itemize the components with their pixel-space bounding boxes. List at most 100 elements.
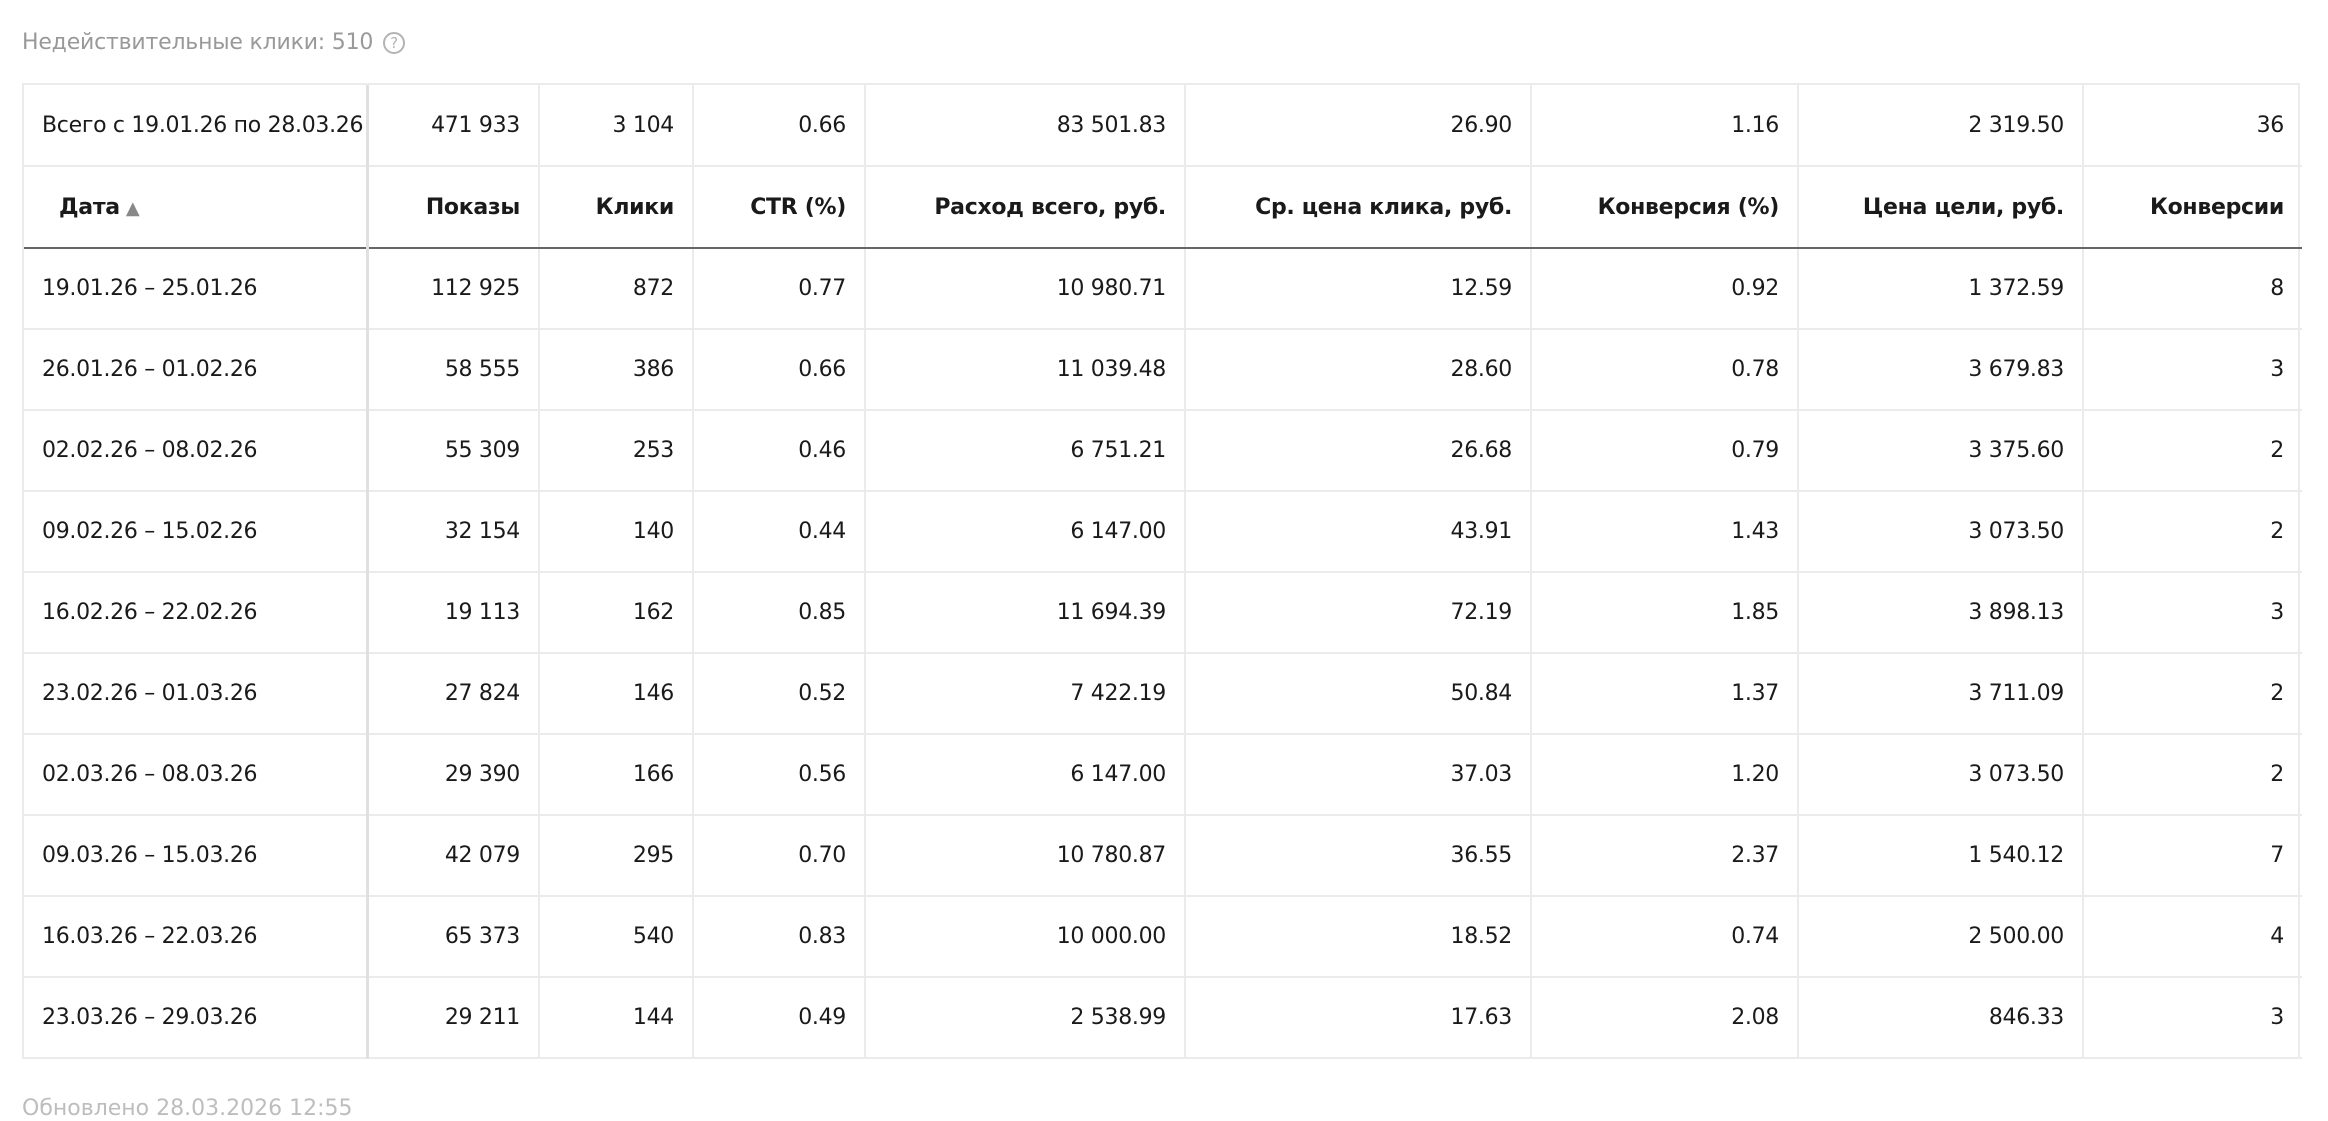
impressions-cell: 65 373 (367, 896, 540, 978)
spend-cell: 10 980.71 (865, 248, 1186, 330)
date-cell: 09.02.26 – 15.02.26 (24, 491, 369, 573)
date-cell: 23.02.26 – 01.03.26 (24, 653, 369, 735)
ctr-cell: 0.83 (693, 896, 866, 978)
updated-note: Обновлено 28.03.2026 12:55 (22, 1096, 353, 1121)
date-cell: 02.02.26 – 08.02.26 (24, 410, 369, 492)
column-header-conversions[interactable]: Конверсии (2083, 166, 2302, 249)
spend-cell: 11 694.39 (865, 572, 1186, 654)
total-impressions-cell: 471 933 (367, 85, 540, 167)
spend-cell: 11 039.48 (865, 329, 1186, 411)
clicks-cell: 144 (539, 977, 694, 1059)
conversions-cell: 2 (2083, 734, 2302, 816)
table-row: 16.03.26 – 22.03.26 65 373 540 0.83 10 000.0… (24, 896, 2302, 978)
goal-cost-cell: 1 372.59 (1798, 248, 2084, 330)
impressions-cell: 29 390 (367, 734, 540, 816)
avg-cpc-cell: 72.19 (1185, 572, 1532, 654)
total-goal-cost-cell: 2 319.50 (1798, 85, 2084, 167)
total-date-cell: Всего с 19.01.26 по 28.03.26 (24, 85, 369, 167)
total-spend-cell: 83 501.83 (865, 85, 1186, 167)
conversion-rate-cell: 0.78 (1531, 329, 1799, 411)
table-row: 23.03.26 – 29.03.26 29 211 144 0.49 2 538.99… (24, 977, 2302, 1059)
conversion-rate-cell: 1.20 (1531, 734, 1799, 816)
goal-cost-cell: 3 898.13 (1798, 572, 2084, 654)
spend-cell: 2 538.99 (865, 977, 1186, 1059)
goal-cost-cell: 3 073.50 (1798, 734, 2084, 816)
impressions-cell: 19 113 (367, 572, 540, 654)
invalid-clicks-info: Недействительные клики: 510 ? (22, 30, 406, 55)
column-header-goal-cost[interactable]: Цена цели, руб. (1798, 166, 2084, 249)
column-header-spend[interactable]: Расход всего, руб. (865, 166, 1186, 249)
column-header-avg-cpc[interactable]: Ср. цена клика, руб. (1185, 166, 1532, 249)
conversion-rate-cell: 1.85 (1531, 572, 1799, 654)
date-cell: 19.01.26 – 25.01.26 (24, 248, 369, 330)
column-header-label: CTR (%) (750, 194, 846, 220)
clicks-cell: 295 (539, 815, 694, 897)
clicks-cell: 146 (539, 653, 694, 735)
column-header-conversion-rate[interactable]: Конверсия (%) (1531, 166, 1799, 249)
conversions-cell: 4 (2083, 896, 2302, 978)
column-header-ctr[interactable]: CTR (%) (693, 166, 866, 249)
goal-cost-cell: 3 375.60 (1798, 410, 2084, 492)
table-row: 09.03.26 – 15.03.26 42 079 295 0.70 10 780.8… (24, 815, 2302, 897)
total-row: Всего с 19.01.26 по 28.03.26 471 933 3 104… (24, 85, 2302, 167)
conversions-cell: 2 (2083, 410, 2302, 492)
conversions-cell: 2 (2083, 653, 2302, 735)
avg-cpc-cell: 26.68 (1185, 410, 1532, 492)
ctr-cell: 0.77 (693, 248, 866, 330)
conversion-rate-cell: 0.74 (1531, 896, 1799, 978)
avg-cpc-cell: 37.03 (1185, 734, 1532, 816)
sort-ascending-icon[interactable]: ▲ (126, 198, 140, 219)
clicks-cell: 872 (539, 248, 694, 330)
total-conversions-cell: 36 (2083, 85, 2302, 167)
spend-cell: 7 422.19 (865, 653, 1186, 735)
spend-cell: 6 147.00 (865, 491, 1186, 573)
avg-cpc-cell: 36.55 (1185, 815, 1532, 897)
statistics-table: Всего с 19.01.26 по 28.03.26 471 933 3 104… (24, 85, 2302, 1059)
help-icon[interactable]: ? (383, 31, 406, 54)
ctr-cell: 0.70 (693, 815, 866, 897)
table-row: 16.02.26 – 22.02.26 19 113 162 0.85 11 694.3… (24, 572, 2302, 654)
column-header-impressions[interactable]: Показы (367, 166, 540, 249)
total-avg-cpc-cell: 26.90 (1185, 85, 1532, 167)
column-header-label: Ср. цена клика, руб. (1255, 194, 1512, 220)
spend-cell: 10 780.87 (865, 815, 1186, 897)
impressions-cell: 42 079 (367, 815, 540, 897)
column-header-clicks[interactable]: Клики (539, 166, 694, 249)
table-row: 09.02.26 – 15.02.26 32 154 140 0.44 6 147.00… (24, 491, 2302, 573)
spend-cell: 10 000.00 (865, 896, 1186, 978)
total-clicks-cell: 3 104 (539, 85, 694, 167)
column-header-label: Показы (425, 194, 520, 220)
conversion-rate-cell: 1.43 (1531, 491, 1799, 573)
date-cell: 16.03.26 – 22.03.26 (24, 896, 369, 978)
clicks-cell: 253 (539, 410, 694, 492)
spend-cell: 6 751.21 (865, 410, 1186, 492)
total-ctr-cell: 0.66 (693, 85, 866, 167)
column-header-label: Цена цели, руб. (1862, 194, 2064, 220)
statistics-table-container: Всего с 19.01.26 по 28.03.26 471 933 3 104… (22, 83, 2302, 1059)
column-header-date[interactable]: Дата ▲ (24, 166, 369, 249)
clicks-cell: 166 (539, 734, 694, 816)
conversions-cell: 7 (2083, 815, 2302, 897)
conversions-cell: 8 (2083, 248, 2302, 330)
impressions-cell: 58 555 (367, 329, 540, 411)
impressions-cell: 32 154 (367, 491, 540, 573)
spend-cell: 6 147.00 (865, 734, 1186, 816)
column-header-label: Расход всего, руб. (934, 194, 1166, 220)
impressions-cell: 112 925 (367, 248, 540, 330)
table-row: 19.01.26 – 25.01.26 112 925 872 0.77 10 980.… (24, 248, 2302, 330)
conversions-cell: 3 (2083, 977, 2302, 1059)
date-cell: 16.02.26 – 22.02.26 (24, 572, 369, 654)
clicks-cell: 386 (539, 329, 694, 411)
clicks-cell: 162 (539, 572, 694, 654)
ctr-cell: 0.52 (693, 653, 866, 735)
total-conversion-rate-cell: 1.16 (1531, 85, 1799, 167)
avg-cpc-cell: 17.63 (1185, 977, 1532, 1059)
ctr-cell: 0.56 (693, 734, 866, 816)
goal-cost-cell: 3 711.09 (1798, 653, 2084, 735)
table-row: 26.01.26 – 01.02.26 58 555 386 0.66 11 039.4… (24, 329, 2302, 411)
conversions-cell: 3 (2083, 329, 2302, 411)
impressions-cell: 55 309 (367, 410, 540, 492)
avg-cpc-cell: 50.84 (1185, 653, 1532, 735)
date-cell: 26.01.26 – 01.02.26 (24, 329, 369, 411)
goal-cost-cell: 1 540.12 (1798, 815, 2084, 897)
